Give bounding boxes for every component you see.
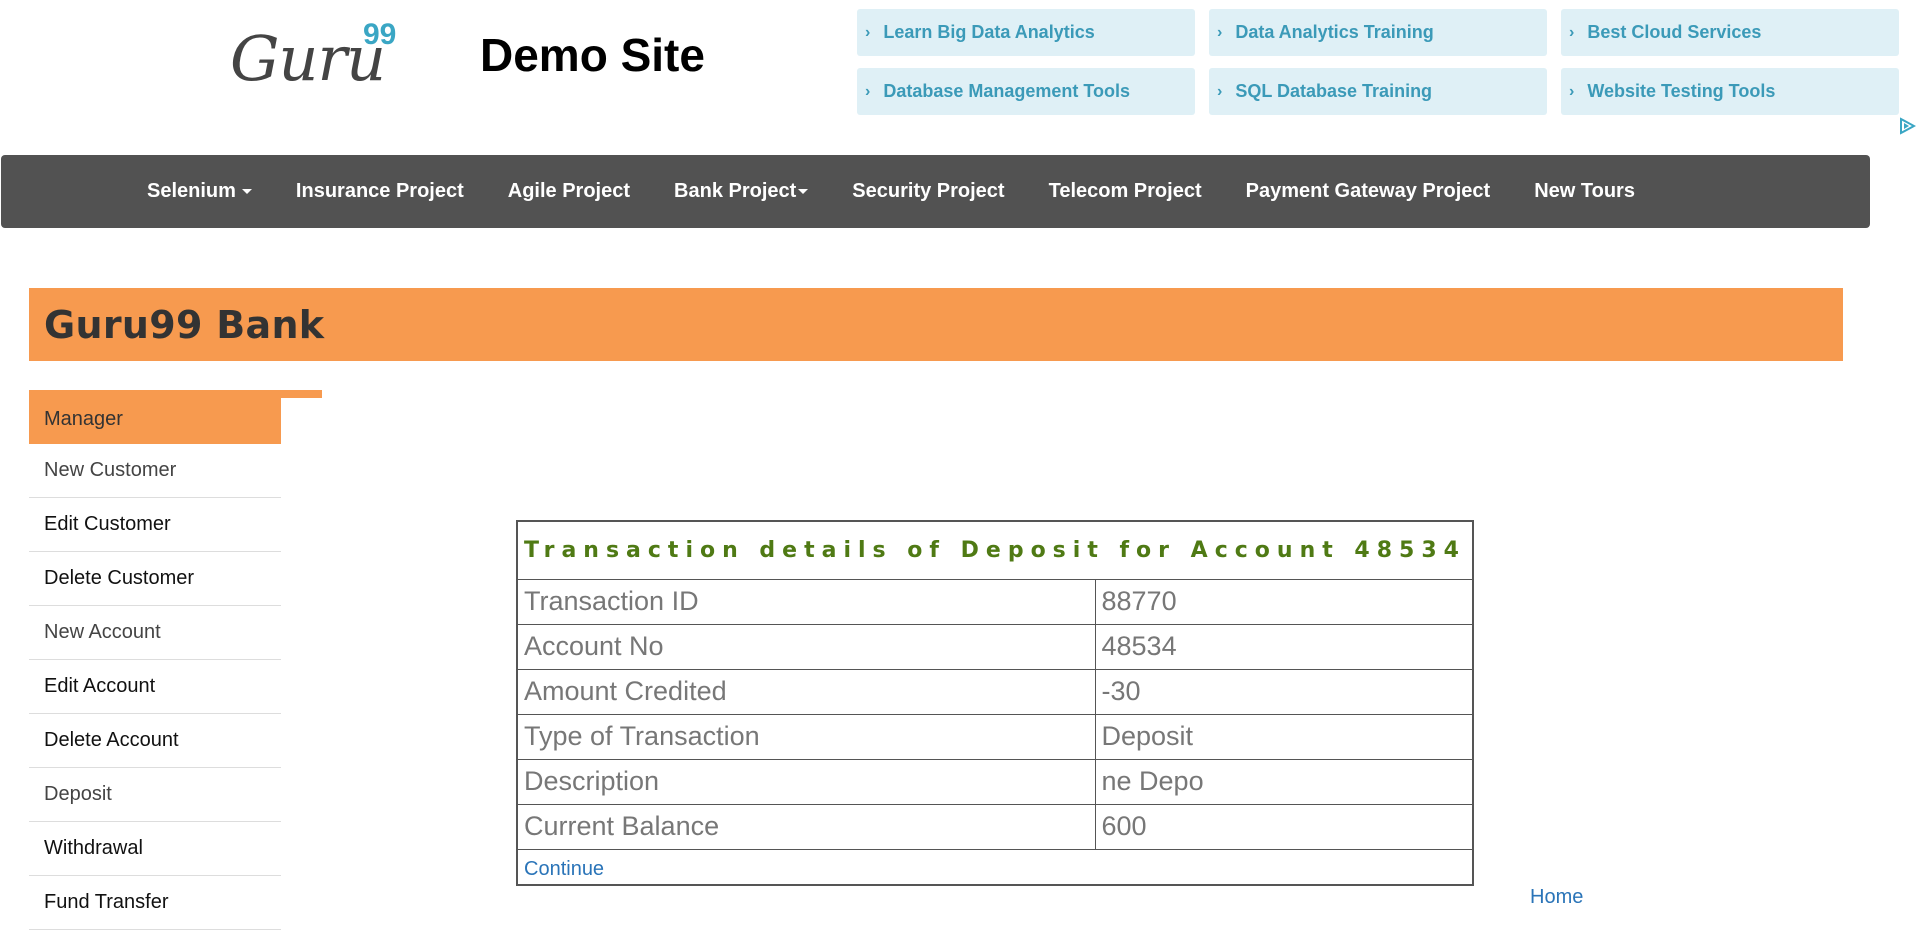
ad-link-big-data-analytics[interactable]: › Learn Big Data Analytics [857,9,1195,56]
nav-telecom-project[interactable]: Telecom Project [1027,180,1224,203]
row-value-current-balance: 600 [1094,803,1474,850]
main-navbar: Selenium Insurance Project Agile Project… [1,155,1870,228]
menu-item-new-customer[interactable]: New Customer [29,444,281,498]
manager-menu: Manager New Customer Edit Customer Delet… [29,394,281,930]
ad-link-database-management-tools[interactable]: › Database Management Tools [857,68,1195,115]
row-label-account-no: Account No [516,623,1096,670]
table-row: Account No 48534 [516,623,1474,670]
menu-item-delete-account[interactable]: Delete Account [29,714,281,768]
transaction-details-table: Transaction details of Deposit for Accou… [516,520,1474,886]
nav-label: Telecom Project [1048,180,1202,202]
nav-label: Insurance Project [295,180,464,202]
row-label-current-balance: Current Balance [516,803,1096,850]
caret-down-icon [798,189,809,194]
row-label-transaction-id: Transaction ID [516,578,1096,625]
ad-link-best-cloud-services[interactable]: › Best Cloud Services [1561,9,1899,56]
table-row: Transaction ID 88770 [516,578,1474,625]
nav-bank-project[interactable]: Bank Project [652,180,830,203]
nav-payment-gateway-project[interactable]: Payment Gateway Project [1224,180,1513,203]
menu-item-delete-customer[interactable]: Delete Customer [29,552,281,606]
table-footer-row: Continue [516,848,1474,886]
chevron-right-icon: › [1569,23,1575,41]
ad-link-label: Database Management Tools [883,81,1131,101]
row-value-transaction-id: 88770 [1094,578,1474,625]
ad-link-label: Website Testing Tools [1587,81,1776,101]
home-link[interactable]: Home [1530,886,1583,909]
logo-superscript: 99 [363,18,397,51]
chevron-right-icon: › [1569,82,1575,100]
chevron-right-icon: › [865,23,871,41]
nav-insurance-project[interactable]: Insurance Project [274,180,486,203]
menu-item-deposit[interactable]: Deposit [29,768,281,822]
ad-links: › Learn Big Data Analytics › Data Analytic… [857,9,1899,115]
nav-new-tours[interactable]: New Tours [1512,180,1657,203]
table-row: Type of Transaction Deposit [516,713,1474,760]
ad-link-sql-database-training[interactable]: › SQL Database Training [1209,68,1547,115]
nav-label: Payment Gateway Project [1245,180,1491,202]
nav-label: New Tours [1534,180,1635,202]
ad-link-website-testing-tools[interactable]: › Website Testing Tools [1561,68,1899,115]
menu-item-withdrawal[interactable]: Withdrawal [29,822,281,876]
bank-title: Guru99 Bank [44,302,325,347]
row-value-amount-credited: -30 [1094,668,1474,715]
nav-label: Bank Project [674,180,797,202]
chevron-right-icon: › [1217,82,1223,100]
row-label-type-of-transaction: Type of Transaction [516,713,1096,760]
nav-label: Agile Project [507,180,631,202]
menu-item-fund-transfer[interactable]: Fund Transfer [29,876,281,930]
chevron-right-icon: › [865,82,871,100]
row-label-amount-credited: Amount Credited [516,668,1096,715]
caret-down-icon [241,189,252,194]
row-value-description: ne Depo [1094,758,1474,805]
adchoices-icon[interactable] [1898,117,1916,135]
continue-cell: Continue [516,848,1474,886]
row-label-description: Description [516,758,1096,805]
nav-label: Security Project [852,180,1005,202]
table-title-row: Transaction details of Deposit for Accou… [516,520,1474,580]
chevron-right-icon: › [1217,23,1223,41]
logo-text: Guru [230,22,386,95]
row-value-type-of-transaction: Deposit [1094,713,1474,760]
ad-link-data-analytics-training[interactable]: › Data Analytics Training [1209,9,1547,56]
menu-item-edit-account[interactable]: Edit Account [29,660,281,714]
nav-label: Selenium [147,180,236,202]
nav-security-project[interactable]: Security Project [830,180,1026,203]
transaction-title: Transaction details of Deposit for Accou… [524,537,1466,563]
table-row: Description ne Depo [516,758,1474,805]
menu-item-new-account[interactable]: New Account [29,606,281,660]
menu-header-manager[interactable]: Manager [29,394,281,444]
table-row: Amount Credited -30 [516,668,1474,715]
nav-agile-project[interactable]: Agile Project [486,180,652,203]
continue-link[interactable]: Continue [524,858,604,880]
row-value-account-no: 48534 [1094,623,1474,670]
nav-selenium[interactable]: Selenium [125,180,274,203]
ad-link-label: SQL Database Training [1235,81,1433,101]
bank-banner: Guru99 Bank [29,288,1843,361]
menu-item-edit-customer[interactable]: Edit Customer [29,498,281,552]
table-row: Current Balance 600 [516,803,1474,850]
table-title-cell: Transaction details of Deposit for Accou… [516,520,1474,580]
ad-link-label: Learn Big Data Analytics [883,22,1095,42]
ad-link-label: Best Cloud Services [1587,22,1762,42]
site-title: Demo Site [480,29,705,81]
ad-link-label: Data Analytics Training [1235,22,1434,42]
guru99-logo[interactable]: Guru 99 [230,20,405,100]
